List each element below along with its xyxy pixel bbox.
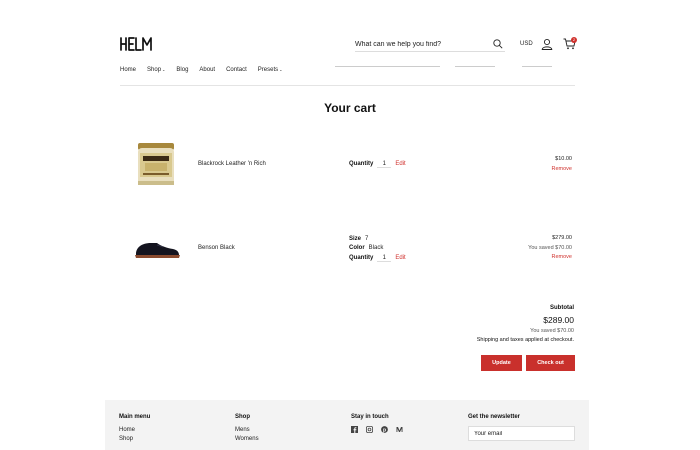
footer-link-home[interactable]: Home bbox=[119, 426, 150, 435]
checkout-button[interactable]: Check out bbox=[526, 355, 575, 371]
nav-divider bbox=[455, 66, 495, 67]
price-column: $279.00 You saved $70.00 Remove bbox=[528, 234, 572, 263]
footer: Main menu Home Shop Shop Mens Womens Sta… bbox=[105, 400, 589, 450]
item-price: $279.00 bbox=[552, 235, 572, 241]
quantity-row: Quantity 1 Edit bbox=[349, 255, 406, 262]
social-links: p bbox=[351, 426, 403, 433]
footer-link-womens[interactable]: Womens bbox=[235, 435, 259, 444]
size-label: Size bbox=[349, 236, 362, 242]
chevron-down-icon: ⌄ bbox=[162, 67, 166, 72]
shipping-note: Shipping and taxes applied at checkout. bbox=[476, 337, 574, 343]
quantity-row: Quantity 1 Edit bbox=[349, 161, 406, 168]
search-bar[interactable] bbox=[355, 38, 505, 52]
size-value: 7 bbox=[365, 236, 369, 242]
chevron-down-icon: ⌄ bbox=[279, 67, 283, 72]
search-input[interactable] bbox=[355, 38, 485, 50]
nav-item-contact[interactable]: Contact bbox=[226, 67, 247, 73]
edit-link[interactable]: Edit bbox=[395, 255, 405, 261]
nav-item-label: Shop bbox=[147, 67, 162, 73]
svg-text:p: p bbox=[383, 427, 386, 433]
footer-heading: Main menu bbox=[119, 414, 151, 420]
footer-link-mens[interactable]: Mens bbox=[235, 426, 259, 435]
currency-selector[interactable]: USD bbox=[520, 41, 533, 47]
footer-heading: Shop bbox=[235, 414, 250, 420]
nav-item-presets[interactable]: Presets⌄ bbox=[258, 67, 283, 73]
nav-divider bbox=[522, 66, 552, 67]
footer-social: Stay in touch p bbox=[351, 414, 403, 433]
footer-newsletter: Get the newsletter bbox=[468, 414, 575, 441]
footer-heading: Get the newsletter bbox=[468, 414, 521, 420]
facebook-icon[interactable] bbox=[351, 426, 358, 433]
remove-link[interactable]: Remove bbox=[552, 165, 572, 175]
quantity-label: Quantity bbox=[349, 255, 374, 261]
edit-link[interactable]: Edit bbox=[395, 161, 405, 167]
item-savings: You saved $70.00 bbox=[528, 244, 572, 251]
user-icon[interactable] bbox=[541, 38, 553, 50]
product-image[interactable] bbox=[133, 236, 181, 260]
search-icon[interactable] bbox=[493, 39, 503, 49]
cart-count-badge: 2 bbox=[571, 37, 577, 43]
quantity-input[interactable]: 1 bbox=[377, 161, 392, 168]
product-name[interactable]: Blackrock Leather 'n Rich bbox=[198, 161, 266, 167]
quantity-input[interactable]: 1 bbox=[377, 255, 392, 262]
instagram-icon[interactable] bbox=[366, 426, 373, 433]
footer-link-shop[interactable]: Shop bbox=[119, 435, 150, 444]
update-button[interactable]: Update bbox=[481, 355, 522, 371]
color-value: Black bbox=[368, 245, 384, 251]
price-column: $10.00 Remove bbox=[552, 155, 572, 174]
nav-item-label: Presets bbox=[257, 67, 279, 73]
remove-link[interactable]: Remove bbox=[528, 253, 572, 263]
header-divider bbox=[120, 85, 575, 86]
main-nav: Home Shop⌄ Blog About Contact Presets⌄ bbox=[120, 67, 293, 73]
subtotal-label: Subtotal bbox=[550, 305, 574, 311]
pinterest-icon[interactable]: p bbox=[381, 426, 388, 433]
size-row: Size 7 bbox=[349, 236, 368, 242]
total-savings: You saved $70.00 bbox=[530, 328, 574, 334]
item-price: $10.00 bbox=[555, 156, 572, 162]
nav-divider bbox=[335, 66, 440, 67]
product-name[interactable]: Benson Black bbox=[198, 245, 235, 251]
color-row: Color Black bbox=[349, 245, 383, 251]
cart-summary: Subtotal $289.00 You saved $70.00 Shippi… bbox=[477, 305, 574, 343]
nav-item-blog[interactable]: Blog bbox=[176, 67, 188, 73]
nav-item-about[interactable]: About bbox=[199, 67, 215, 73]
newsletter-email-input[interactable] bbox=[468, 426, 575, 441]
page-title: Your cart bbox=[324, 101, 376, 115]
helm-logo[interactable] bbox=[120, 35, 154, 52]
footer-main-menu: Main menu Home Shop bbox=[119, 414, 150, 444]
medium-icon[interactable] bbox=[396, 426, 403, 433]
footer-shop-menu: Shop Mens Womens bbox=[235, 414, 259, 444]
color-label: Color bbox=[349, 245, 365, 251]
quantity-label: Quantity bbox=[349, 161, 374, 167]
subtotal-value: $289.00 bbox=[543, 315, 574, 325]
footer-heading: Stay in touch bbox=[351, 414, 389, 420]
product-image[interactable] bbox=[136, 141, 176, 188]
nav-item-home[interactable]: Home bbox=[120, 67, 136, 73]
nav-item-shop[interactable]: Shop⌄ bbox=[147, 67, 165, 73]
